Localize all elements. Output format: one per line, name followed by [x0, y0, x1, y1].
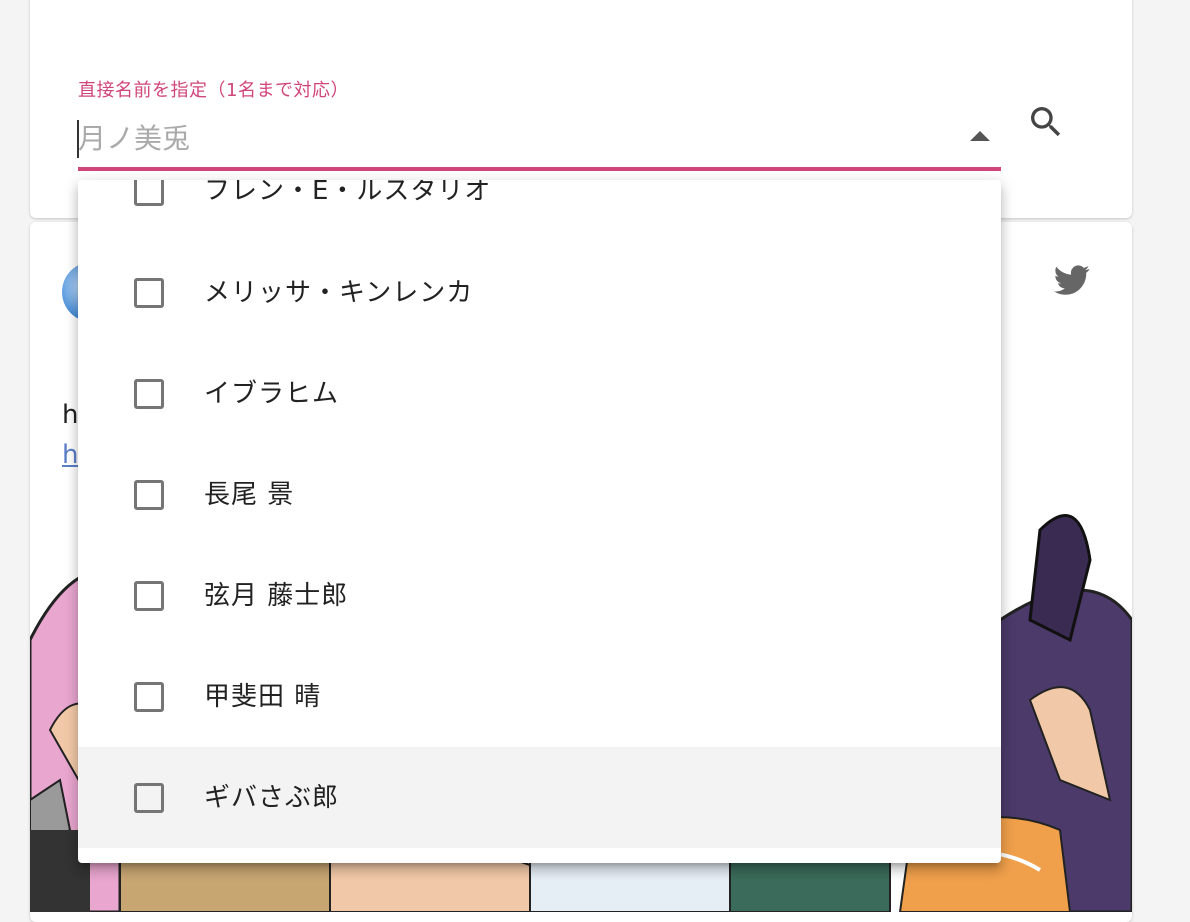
checkbox[interactable]	[134, 278, 164, 308]
text-cursor	[77, 120, 79, 158]
menu-item-option[interactable]: メリッサ・キンレンカ	[78, 242, 1001, 343]
name-dropdown-menu: フレン・E・ルスタリオ メリッサ・キンレンカ イブラヒム 長尾 景 弦月 藤士郎…	[78, 180, 1001, 863]
menu-item-option[interactable]: 長尾 景	[78, 444, 1001, 545]
search-field-underline	[78, 167, 1001, 171]
option-label: ギバさぶ郎	[204, 783, 340, 813]
menu-item-option[interactable]: フレン・E・ルスタリオ	[78, 180, 1001, 241]
option-label: メリッサ・キンレンカ	[204, 278, 474, 308]
tweet-text: h	[62, 400, 79, 430]
option-label: 長尾 景	[204, 480, 295, 510]
option-label: フレン・E・ルスタリオ	[204, 180, 492, 206]
option-label: 弦月 藤士郎	[204, 581, 349, 611]
search-field-label: 直接名前を指定（1名まで対応）	[78, 80, 349, 101]
checkbox[interactable]	[134, 581, 164, 611]
menu-item-option[interactable]: 甲斐田 晴	[78, 646, 1001, 747]
checkbox[interactable]	[134, 783, 164, 813]
menu-item-option[interactable]: ギバさぶ郎	[78, 747, 1001, 848]
search-icon[interactable]	[1026, 102, 1066, 142]
option-label: 甲斐田 晴	[204, 682, 322, 712]
checkbox[interactable]	[134, 379, 164, 409]
checkbox[interactable]	[134, 480, 164, 510]
checkbox[interactable]	[134, 180, 164, 206]
menu-item-option[interactable]: イブラヒム	[78, 343, 1001, 444]
checkbox[interactable]	[134, 682, 164, 712]
name-search-input[interactable]	[78, 116, 978, 160]
arrow-drop-up-icon[interactable]	[970, 131, 990, 141]
menu-item-option[interactable]: 弦月 藤士郎	[78, 545, 1001, 646]
twitter-icon[interactable]	[1052, 262, 1092, 298]
option-label: イブラヒム	[204, 379, 340, 409]
